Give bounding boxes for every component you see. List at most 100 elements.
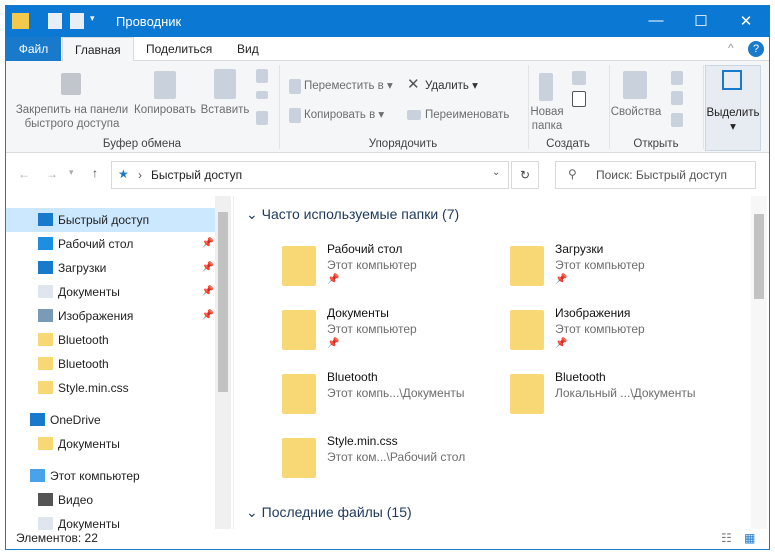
close-button[interactable]: ✕ bbox=[736, 12, 756, 30]
nav-item[interactable]: Bluetooth bbox=[6, 352, 218, 376]
folder-icon bbox=[38, 381, 53, 394]
folder-tile[interactable]: Загрузки Этот компьютер 📌 bbox=[510, 240, 730, 300]
paste-icon bbox=[214, 69, 236, 99]
nav-item[interactable]: OneDrive bbox=[6, 408, 218, 432]
folder-tile[interactable]: Рабочий стол Этот компьютер 📌 bbox=[282, 240, 502, 300]
folder-icon bbox=[38, 333, 53, 346]
address-dropdown-icon[interactable]: ⌄ bbox=[492, 167, 500, 178]
pin-icon: 📌 bbox=[327, 274, 340, 285]
minimize-button[interactable]: — bbox=[646, 12, 666, 29]
nav-scrollbar[interactable] bbox=[215, 196, 231, 529]
select-button[interactable]: Выделить ▾ bbox=[705, 65, 761, 151]
folder-tile[interactable]: Изображения Этот компьютер 📌 bbox=[510, 304, 730, 364]
folder-icon bbox=[510, 310, 544, 350]
nav-item[interactable]: Документы bbox=[6, 432, 218, 456]
back-button[interactable]: ← bbox=[18, 167, 30, 181]
folder-location: Этот компьютер bbox=[327, 322, 417, 336]
folder-name: Style.min.css bbox=[327, 434, 398, 448]
customize-quick-access-icon[interactable]: ▾ bbox=[90, 13, 100, 29]
new-folder-quick-icon[interactable] bbox=[70, 13, 84, 29]
ribbon: Закрепить на панели быстрого доступа Коп… bbox=[6, 61, 769, 153]
folder-tile[interactable]: Документы Этот компьютер 📌 bbox=[282, 304, 502, 364]
nav-item-label: Документы bbox=[58, 437, 120, 451]
folder-name: Документы bbox=[327, 306, 389, 320]
easy-access-icon[interactable] bbox=[572, 91, 586, 107]
refresh-button[interactable]: ↻ bbox=[511, 161, 539, 189]
content-scrollbar-thumb[interactable] bbox=[754, 214, 764, 299]
nav-item-label: Загрузки bbox=[58, 261, 107, 275]
content-scrollbar[interactable] bbox=[751, 196, 767, 529]
nav-item[interactable]: Загрузки 📌 bbox=[6, 256, 218, 280]
open-icon[interactable] bbox=[671, 71, 683, 85]
rename-button[interactable]: Переименовать bbox=[425, 108, 509, 122]
cloud-icon bbox=[30, 413, 45, 426]
ribbon-tabs: Файл Главная Поделиться Вид ^ ? bbox=[6, 37, 769, 62]
folder-location: Этот компь...\Документы bbox=[327, 386, 465, 400]
copy-button[interactable]: Копировать bbox=[130, 103, 200, 117]
history-icon[interactable] bbox=[671, 113, 683, 127]
group-open-label: Открыть bbox=[633, 138, 679, 150]
pin-quick-access-button[interactable]: Закрепить на панели быстрого доступа bbox=[10, 103, 134, 131]
nav-item[interactable]: Этот компьютер bbox=[6, 464, 218, 488]
move-to-button[interactable]: Переместить в ▾ bbox=[304, 79, 393, 93]
search-box[interactable]: ⚲ Поиск: Быстрый доступ bbox=[555, 161, 756, 189]
folder-name: Загрузки bbox=[555, 242, 604, 256]
tab-home[interactable]: Главная bbox=[62, 37, 134, 62]
star-icon bbox=[38, 213, 53, 226]
folder-tile[interactable]: Style.min.css Этот ком...\Рабочий стол bbox=[282, 432, 502, 492]
video-icon bbox=[38, 493, 53, 506]
documents-icon bbox=[38, 285, 53, 298]
nav-item-label: Видео bbox=[58, 493, 94, 507]
folder-name: Изображения bbox=[555, 306, 631, 320]
copy-to-button[interactable]: Копировать в ▾ bbox=[304, 108, 384, 122]
pictures-icon bbox=[38, 309, 53, 322]
delete-icon: ✕ bbox=[407, 76, 420, 93]
address-bar[interactable]: ★ › Быстрый доступ ⌄ bbox=[111, 161, 509, 189]
collapse-ribbon-icon[interactable]: ^ bbox=[728, 41, 734, 55]
recent-locations-button[interactable]: ▾ bbox=[69, 167, 74, 178]
new-folder-button[interactable]: Новая папка bbox=[526, 105, 568, 133]
new-folder-icon bbox=[539, 73, 553, 101]
cut-icon[interactable] bbox=[256, 69, 268, 83]
nav-scrollbar-thumb[interactable] bbox=[218, 212, 228, 392]
folder-location: Локальный ...\Документы bbox=[555, 386, 696, 400]
group-organize-label: Упорядочить bbox=[368, 138, 438, 150]
nav-item[interactable]: Bluetooth bbox=[6, 328, 218, 352]
tab-view[interactable]: Вид bbox=[225, 37, 271, 61]
nav-item[interactable]: Документы 📌 bbox=[6, 280, 218, 304]
properties-quick-icon[interactable] bbox=[48, 13, 62, 29]
nav-item[interactable]: Изображения 📌 bbox=[6, 304, 218, 328]
folder-tile[interactable]: Bluetooth Локальный ...\Документы bbox=[510, 368, 730, 428]
tab-share[interactable]: Поделиться bbox=[134, 37, 224, 61]
nav-item[interactable]: Быстрый доступ bbox=[6, 208, 218, 232]
copy-path-icon[interactable] bbox=[256, 91, 268, 99]
help-icon[interactable]: ? bbox=[748, 41, 764, 57]
properties-icon bbox=[623, 71, 647, 99]
forward-button[interactable]: → bbox=[46, 167, 58, 181]
folder-tile[interactable]: Bluetooth Этот компь...\Документы bbox=[282, 368, 502, 428]
nav-item-label: Изображения bbox=[58, 309, 134, 323]
content-pane: ⌄ Часто используемые папки (7) Рабочий с… bbox=[238, 196, 768, 529]
properties-button[interactable]: Свойства bbox=[610, 105, 662, 119]
paste-shortcut-icon[interactable] bbox=[256, 111, 268, 125]
nav-item[interactable]: Рабочий стол 📌 bbox=[6, 232, 218, 256]
rename-icon bbox=[407, 110, 421, 120]
pin-icon: 📌 bbox=[555, 274, 568, 285]
new-item-icon[interactable] bbox=[572, 71, 586, 85]
tab-file[interactable]: Файл bbox=[6, 37, 61, 61]
details-view-button[interactable]: ☷ bbox=[721, 527, 732, 549]
nav-item[interactable]: Style.min.css bbox=[6, 376, 218, 400]
nav-item-label: Bluetooth bbox=[58, 357, 109, 371]
tiles-view-button[interactable]: ▦ bbox=[744, 527, 755, 549]
section-frequent-folders[interactable]: ⌄ Часто используемые папки (7) bbox=[246, 206, 459, 223]
pin-icon: 📌 bbox=[201, 286, 214, 297]
nav-item-label: Документы bbox=[58, 285, 120, 299]
up-button[interactable]: ↑ bbox=[92, 166, 98, 180]
delete-button[interactable]: Удалить ▾ bbox=[425, 79, 478, 93]
nav-item[interactable]: Видео bbox=[6, 488, 218, 512]
paste-button[interactable]: Вставить bbox=[200, 103, 250, 117]
edit-icon[interactable] bbox=[671, 91, 683, 105]
section-recent-files[interactable]: ⌄ Последние файлы (15) bbox=[246, 504, 412, 521]
maximize-button[interactable]: ☐ bbox=[691, 12, 711, 30]
folder-name: Bluetooth bbox=[327, 370, 378, 384]
